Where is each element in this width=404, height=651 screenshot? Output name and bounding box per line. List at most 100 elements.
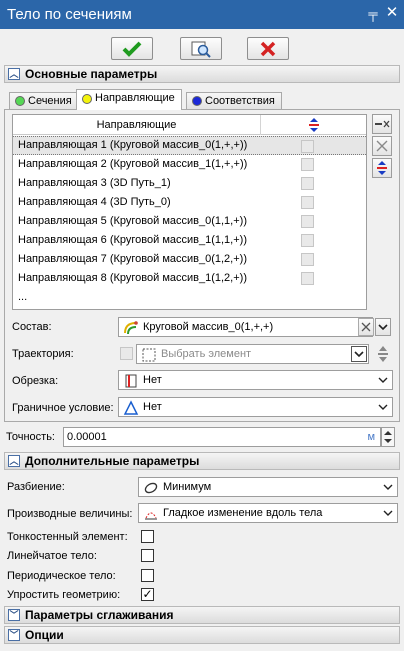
chevron-down-icon <box>378 404 388 410</box>
reverse-checkbox[interactable] <box>301 215 314 228</box>
thin-wall-label: Тонкостенный элемент: <box>7 531 128 543</box>
boundary-label: Граничное условие: <box>12 402 114 414</box>
close-icon[interactable]: ✕ <box>384 4 400 22</box>
tab-sections[interactable]: Сечения <box>9 92 79 109</box>
clear-all-button[interactable] <box>372 114 392 134</box>
list-item[interactable]: Направляющая 3 (3D Путь_1) <box>13 174 366 193</box>
list-item[interactable]: Направляющая 1 (Круговой массив_0(1,+,+)… <box>13 136 366 155</box>
accuracy-label: Точность: <box>6 431 55 443</box>
reverse-direction-icon <box>378 346 388 362</box>
chevron-down-icon <box>378 324 388 331</box>
reverse-checkbox[interactable] <box>301 253 314 266</box>
section-options[interactable]: ﹀ Опции <box>4 626 400 644</box>
list-item[interactable]: Направляющая 8 (Круговой массив_1(1,2,+)… <box>13 269 366 288</box>
trajectory-direction-button[interactable] <box>373 343 393 365</box>
trim-label: Обрезка: <box>12 375 59 387</box>
preview-button[interactable] <box>180 37 222 60</box>
list-item[interactable]: Направляющая 4 (3D Путь_0) <box>13 193 366 212</box>
green-dot-icon <box>15 96 25 106</box>
trajectory-label: Траектория: <box>12 348 74 360</box>
derivatives-dropdown-arrow <box>380 505 396 521</box>
derivatives-label: Производные величины: <box>7 508 133 520</box>
simplify-geometry-checkbox[interactable]: ✓ <box>141 588 154 601</box>
list-item[interactable]: Направляющая 7 (Круговой массив_0(1,2,+)… <box>13 250 366 269</box>
reverse-all-button[interactable] <box>372 158 392 178</box>
pin-icon[interactable]: ╤ <box>366 6 380 22</box>
reverse-checkbox[interactable] <box>301 140 314 153</box>
collapse-icon: ︿ <box>8 68 20 80</box>
list-item[interactable]: Направляющая 2 (Круговой массив_1(1,+,+)… <box>13 155 366 174</box>
boundary-dropdown[interactable]: Нет <box>118 397 393 417</box>
section-smoothing-title: Параметры сглаживания <box>25 608 174 622</box>
partition-value: Минимум <box>163 481 212 493</box>
tab-guides[interactable]: Направляющие <box>76 89 182 110</box>
periodic-body-checkbox[interactable] <box>141 569 154 582</box>
delete-icon <box>376 140 388 152</box>
composition-clear-button[interactable] <box>358 318 374 336</box>
section-main-title: Основные параметры <box>25 67 158 81</box>
trim-value: Нет <box>143 374 162 386</box>
cancel-icon <box>260 41 276 56</box>
accuracy-value: 0.00001 <box>67 431 107 443</box>
delete-button[interactable] <box>372 136 392 156</box>
section-options-title: Опции <box>25 628 64 642</box>
tab-sections-label: Сечения <box>28 95 72 107</box>
trim-dropdown[interactable]: Нет <box>118 370 393 390</box>
composition-label: Состав: <box>12 321 52 333</box>
accuracy-unit: м <box>367 431 375 443</box>
list-header: Направляющие <box>13 115 366 135</box>
derivatives-dropdown[interactable]: Гладкое изменение вдоль тела <box>138 503 398 523</box>
section-additional-title: Дополнительные параметры <box>25 454 200 468</box>
circular-array-icon <box>124 321 138 335</box>
collapse-icon: ︿ <box>8 455 20 467</box>
reverse-checkbox[interactable] <box>301 272 314 285</box>
trajectory-checkbox[interactable] <box>120 347 133 360</box>
reverse-all-icon <box>377 161 387 175</box>
list-header-guides: Направляющие <box>13 115 261 135</box>
section-additional-parameters[interactable]: ︿ Дополнительные параметры <box>4 452 400 470</box>
expand-icon: ﹀ <box>8 629 20 641</box>
smooth-change-icon <box>145 512 157 520</box>
composition-field[interactable]: Круговой массив_0(1,+,+) <box>118 317 373 337</box>
partition-label: Разбиение: <box>7 481 65 493</box>
reverse-checkbox[interactable] <box>301 234 314 247</box>
list-item[interactable]: Направляющая 5 (Круговой массив_0(1,1,+)… <box>13 212 366 231</box>
trajectory-dropdown[interactable] <box>351 346 367 362</box>
boundary-dropdown-arrow <box>375 399 391 415</box>
tab-guides-label: Направляющие <box>95 92 175 104</box>
clear-list-icon <box>375 120 390 128</box>
spinner-arrows-icon <box>384 431 392 443</box>
ruled-body-checkbox[interactable] <box>141 549 154 562</box>
trajectory-placeholder: Выбрать элемент <box>161 348 252 360</box>
blue-dot-icon <box>192 96 202 106</box>
chevron-down-icon <box>383 484 393 490</box>
ok-button[interactable] <box>111 37 153 60</box>
yellow-dot-icon <box>82 94 92 104</box>
section-smoothing-parameters[interactable]: ﹀ Параметры сглаживания <box>4 606 400 624</box>
list-header-direction[interactable] <box>261 115 366 135</box>
accuracy-spinner[interactable] <box>381 427 395 447</box>
trajectory-field[interactable]: Выбрать элемент <box>136 344 369 364</box>
accuracy-input[interactable]: 0.00001 м <box>63 427 381 447</box>
guides-list[interactable]: Направляющие Направляющая 1 (Круговой ма… <box>12 114 367 310</box>
title-bar: Тело по сечениям ╤ ✕ <box>0 0 404 29</box>
section-main-parameters[interactable]: ︿ Основные параметры <box>4 65 400 83</box>
boundary-value: Нет <box>143 401 162 413</box>
composition-value: Круговой массив_0(1,+,+) <box>143 321 274 333</box>
list-item-add[interactable]: ... <box>13 288 366 307</box>
cancel-button[interactable] <box>247 37 289 60</box>
chevron-down-icon <box>354 351 364 358</box>
thin-wall-checkbox[interactable] <box>141 530 154 543</box>
reverse-checkbox[interactable] <box>301 177 314 190</box>
reverse-checkbox[interactable] <box>301 196 314 209</box>
tab-correspondences[interactable]: Соответствия <box>186 92 282 109</box>
reverse-checkbox[interactable] <box>301 158 314 171</box>
list-item[interactable]: Направляющая 6 (Круговой массив_1(1,1,+)… <box>13 231 366 250</box>
partition-icon <box>144 482 158 494</box>
chevron-down-icon <box>383 510 393 516</box>
ruled-body-label: Линейчатое тело: <box>7 550 97 562</box>
chevron-down-icon <box>378 377 388 383</box>
partition-dropdown[interactable]: Минимум <box>138 477 398 497</box>
composition-dropdown-button[interactable] <box>375 318 391 336</box>
select-element-icon <box>142 348 156 362</box>
